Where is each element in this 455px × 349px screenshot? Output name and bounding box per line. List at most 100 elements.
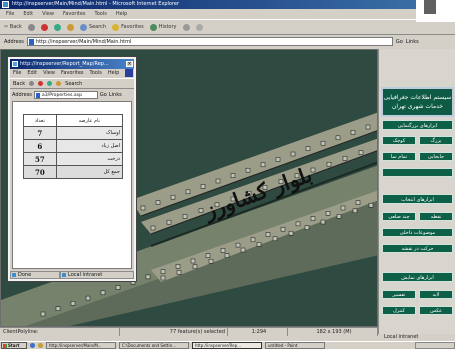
favorites-button[interactable]: Favorites — [112, 23, 144, 31]
popup-menu-view[interactable]: View — [43, 69, 55, 78]
properties-popup-window: http://inspserver/Report_Map/Rep... × Fi… — [7, 56, 137, 282]
zoom-out-button[interactable]: کوچک — [382, 136, 416, 145]
select-polygon-button[interactable]: چند ضلعی — [382, 212, 416, 221]
popup-refresh-icon[interactable] — [47, 81, 53, 86]
feature-marker — [335, 135, 341, 141]
done-icon — [12, 273, 16, 277]
menu-tools[interactable]: Tools — [95, 9, 107, 19]
feature-count: 7 — [23, 126, 57, 140]
menu-favorites[interactable]: Favorites — [63, 9, 86, 19]
pan-button[interactable]: جابجایی — [419, 152, 453, 161]
feature-marker — [145, 274, 151, 280]
feature-marker — [310, 216, 316, 221]
popup-forward-icon[interactable] — [29, 81, 35, 86]
sidebar-header-title: سیستم اطلاعات جغرافیایی — [383, 94, 452, 101]
total-label: جمع کل — [55, 165, 124, 179]
main-title-bar: http://inspserver/Main/Mind/Main.html - … — [0, 0, 416, 9]
menu-help[interactable]: Help — [116, 9, 127, 19]
popup-links-button[interactable]: Links — [109, 92, 122, 98]
windows-logo-icon — [125, 69, 133, 77]
popup-menu-favorites[interactable]: Favorites — [61, 69, 84, 78]
history-icon — [149, 23, 157, 31]
feature-marker — [358, 150, 364, 155]
system-tray — [415, 342, 455, 349]
full-extent-button[interactable]: تمام نما — [382, 152, 416, 161]
stop-icon[interactable] — [40, 23, 48, 31]
table-row: اصل زیاد 6 — [23, 139, 124, 153]
feature-marker — [185, 189, 191, 195]
task-report-active[interactable]: http://inspserver/Rep... — [192, 342, 262, 349]
refresh-icon[interactable] — [53, 23, 61, 31]
popup-menu-help[interactable]: Help — [108, 69, 119, 78]
quicklaunch-ie-icon[interactable] — [30, 343, 35, 348]
task-paint[interactable]: untitled - Paint — [265, 342, 325, 349]
sidebar-header: سیستم اطلاعات جغرافیایی خدمات شهری تهران — [381, 87, 454, 117]
feature-marker — [336, 214, 342, 219]
menu-file[interactable]: File — [6, 9, 14, 19]
popup-search-button[interactable]: Search — [65, 81, 82, 87]
feature-marker — [235, 242, 241, 248]
popup-menu-tools[interactable]: Tools — [90, 69, 102, 78]
feature-marker — [205, 253, 211, 258]
feature-marker — [350, 130, 356, 135]
feature-marker — [355, 200, 361, 205]
popup-menu-edit[interactable]: Edit — [27, 69, 37, 78]
popup-menu-file[interactable]: File — [13, 69, 21, 78]
popup-title: http://inspserver/Report_Map/Rep... — [20, 61, 109, 67]
popup-stop-icon[interactable] — [38, 81, 44, 86]
feature-marker — [176, 270, 182, 275]
quicklaunch-folder-icon[interactable] — [38, 343, 43, 348]
go-button[interactable]: Go — [396, 39, 403, 45]
popup-back-button[interactable]: Back — [13, 81, 25, 87]
search-icon — [79, 23, 87, 31]
zoom-tools-title: ابزارهای بزرگنمایی — [382, 120, 453, 130]
legend-button[interactable]: تفسیر — [382, 290, 416, 299]
task-main[interactable]: http://inspserver/Main/M... — [46, 342, 116, 349]
main-toolbar: ⇦ Back Search Favorites History — [0, 19, 455, 35]
home-icon[interactable] — [66, 23, 74, 31]
intranet-icon — [62, 273, 66, 277]
windows-taskbar: Start http://inspserver/Main/M... C:\Doc… — [0, 341, 455, 349]
popup-menu-bar: File Edit View Favorites Tools Help — [10, 69, 134, 78]
table-total-row: جمع کل 70 — [23, 165, 124, 179]
start-button[interactable]: Start — [1, 342, 27, 349]
feature-marker — [326, 161, 332, 167]
back-button[interactable]: ⇦ Back — [4, 24, 22, 30]
select-point-button[interactable]: نقطه — [419, 212, 453, 221]
feature-marker — [224, 253, 230, 258]
feature-marker — [70, 301, 76, 306]
mail-icon[interactable] — [182, 23, 190, 31]
print-icon[interactable] — [195, 23, 203, 31]
menu-view[interactable]: View — [42, 9, 54, 19]
task-documents[interactable]: C:\Documents and Settin... — [119, 342, 189, 349]
select-internal-button[interactable]: موضوعات داخلی — [382, 228, 453, 237]
status-selected: 77 feature(s) selected — [120, 328, 228, 336]
page-icon — [28, 39, 34, 45]
layers-button[interactable]: لایه — [419, 290, 453, 299]
zoom-extra-button[interactable] — [382, 168, 453, 177]
feature-marker — [215, 178, 221, 184]
zoom-in-button[interactable]: بزرگ — [419, 136, 453, 145]
popup-ie-icon — [12, 61, 18, 67]
popup-home-icon[interactable] — [56, 81, 62, 86]
feature-marker — [230, 173, 236, 178]
feature-count: 6 — [23, 139, 57, 153]
search-button[interactable]: Search — [79, 23, 106, 31]
address-input[interactable]: http://inspserver/Main/Mind/Main.html — [26, 37, 393, 46]
history-button[interactable]: History — [149, 23, 177, 31]
popup-address-input[interactable]: a3/Properties.asp — [33, 91, 98, 99]
map-move-button[interactable]: حرکت در نقشه — [382, 244, 453, 253]
feature-marker — [295, 221, 301, 227]
links-button[interactable]: Links — [406, 39, 419, 45]
photo-button[interactable]: عکس — [419, 306, 453, 315]
feature-marker — [170, 194, 176, 200]
feature-marker — [272, 236, 278, 242]
popup-close-icon[interactable]: × — [126, 61, 133, 67]
control-button[interactable]: کنترل — [382, 306, 416, 315]
popup-go-button[interactable]: Go — [100, 92, 107, 98]
feature-marker — [245, 167, 251, 173]
menu-edit[interactable]: Edit — [23, 9, 33, 19]
feature-marker — [320, 219, 326, 225]
main-window-title: http://inspserver/Main/Mind/Main.html - … — [12, 1, 180, 7]
forward-arrow-icon[interactable] — [27, 23, 35, 31]
